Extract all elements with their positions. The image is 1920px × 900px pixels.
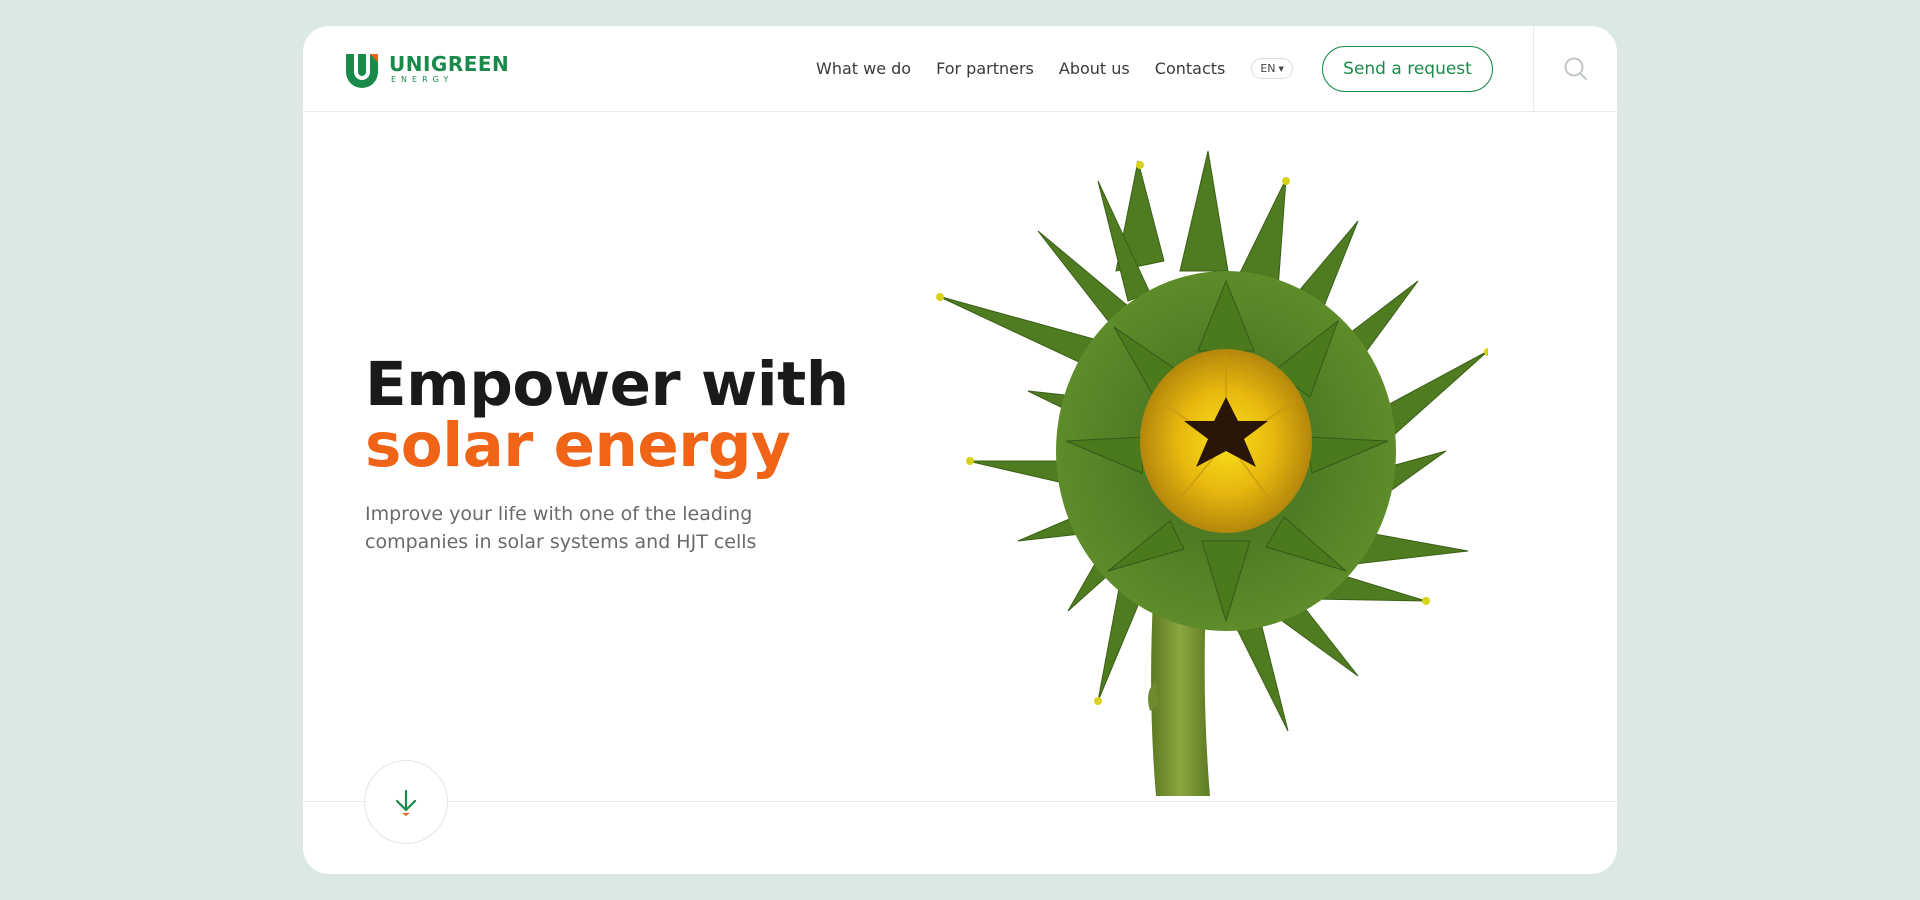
hero-title-line1: Empower with [365,349,849,420]
nav-about-us[interactable]: About us [1059,59,1130,78]
hero-title: Empower with solar energy [365,354,849,476]
page-card: UNIGREEN ENERGY What we do For partners … [303,26,1617,874]
main-nav: What we do For partners About us Contact… [816,58,1293,79]
logo-name: UNIGREEN [389,52,510,76]
search-icon [1564,57,1587,80]
sunflower-image [936,150,1488,796]
nav-contacts[interactable]: Contacts [1155,59,1226,78]
arrow-down-icon [395,789,417,816]
site-header: UNIGREEN ENERGY What we do For partners … [303,26,1617,112]
nav-for-partners[interactable]: For partners [936,59,1034,78]
scroll-down-button[interactable] [364,760,448,844]
caret-down-icon: ▼ [1278,64,1284,73]
logo[interactable]: UNIGREEN ENERGY [343,50,509,88]
nav-what-we-do[interactable]: What we do [816,59,911,78]
section-divider [303,801,1617,802]
hero-title-line2: solar energy [365,410,791,481]
search-button[interactable] [1533,26,1617,112]
hero-subtitle: Improve your life with one of the leadin… [365,503,757,553]
language-selector[interactable]: EN ▼ [1251,58,1293,79]
language-label: EN [1260,62,1276,75]
logo-icon [346,54,378,88]
logo-sub: ENERGY [391,75,454,84]
send-request-button[interactable]: Send a request [1322,46,1493,92]
